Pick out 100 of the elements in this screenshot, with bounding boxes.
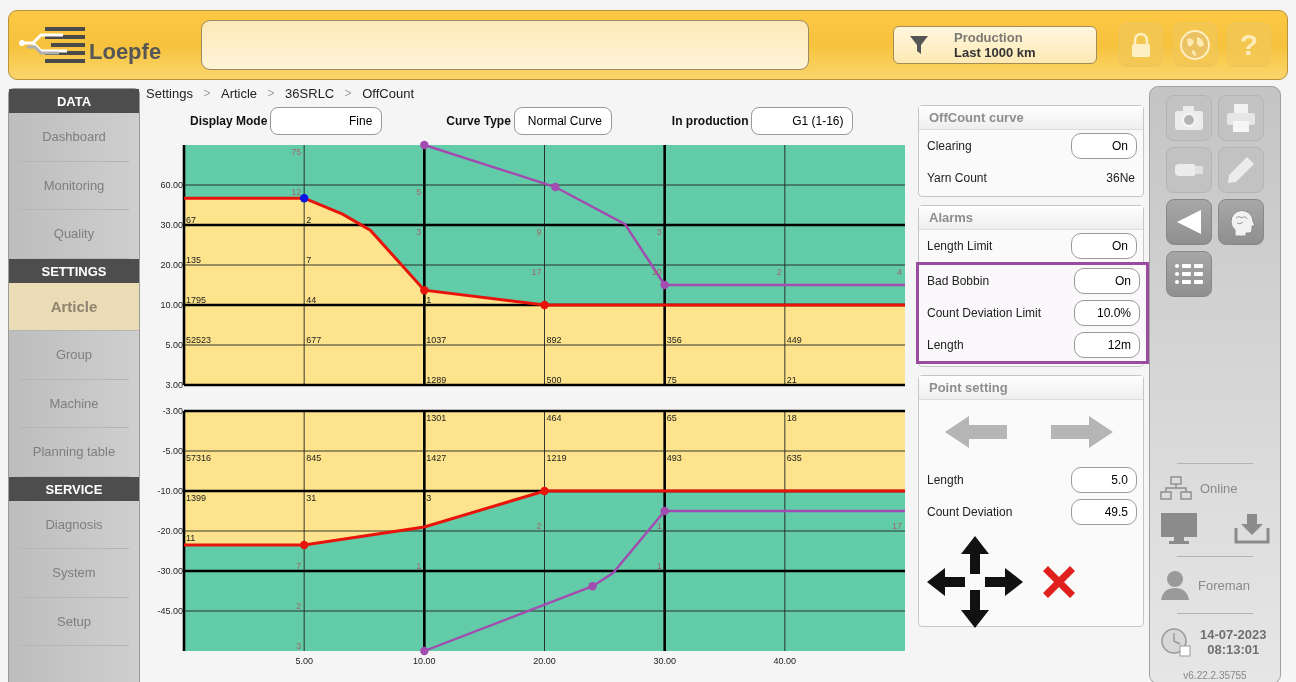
axis-label: -10.00 (157, 486, 183, 496)
breadcrumb-item[interactable]: OffCount (362, 85, 415, 101)
curve-point[interactable] (540, 486, 549, 496)
left-arrow-icon[interactable] (943, 414, 1009, 450)
list-icon (1174, 262, 1204, 286)
cell-count: 7 (296, 561, 302, 571)
list-button[interactable] (1166, 251, 1212, 297)
cell-count: 845 (306, 453, 322, 463)
field-label: Display Mode (190, 114, 268, 128)
chevron-icon (343, 88, 354, 98)
monitor-icon (1160, 512, 1198, 544)
cell-count: 67 (186, 215, 196, 225)
field-label: Length (927, 338, 964, 352)
cell-count: 1289 (426, 375, 447, 385)
cell-count: 1 (656, 561, 662, 571)
value-field[interactable]: 49.5 (1071, 499, 1137, 525)
date-text: 14-07-2023 (1200, 627, 1267, 642)
breadcrumb-item[interactable]: 36SRLC (285, 85, 335, 101)
camera-icon (1173, 104, 1205, 132)
chevron-icon (202, 88, 212, 98)
value-field[interactable]: On (1074, 268, 1140, 294)
cell-count: 1 (416, 561, 422, 571)
curve-point[interactable] (299, 194, 309, 203)
cell-count: 635 (786, 453, 802, 463)
axis-label: -20.00 (157, 526, 183, 536)
cell-count: 65 (666, 413, 677, 423)
axis-label: 3.00 (165, 380, 183, 389)
globe-icon (1179, 29, 1211, 61)
cell-count: 9 (536, 227, 542, 237)
panel-title: OffCount curve (919, 106, 1143, 130)
axis-label: 40.00 (773, 656, 797, 666)
axis-label: 10.00 (413, 656, 436, 666)
axis-label: -30.00 (157, 566, 183, 576)
axis-label: 5.00 (295, 656, 313, 666)
field-label: In production (671, 114, 749, 128)
cell-count: 1 (656, 521, 662, 531)
cell-count: 31 (306, 493, 317, 503)
curve-point[interactable] (420, 140, 429, 150)
cell-count: 4 (897, 267, 902, 277)
version-text: v6.22.2.35755 (1183, 670, 1247, 681)
axis-label: 20.00 (160, 260, 183, 270)
value-field[interactable]: 5.0 (1071, 467, 1137, 493)
axis-label: -5.00 (162, 446, 183, 456)
cell-count: 1399 (186, 493, 207, 503)
cell-count: 1037 (426, 335, 447, 345)
cell-count: 5 (416, 187, 422, 197)
network-icon (1160, 476, 1192, 500)
cell-count: 1301 (426, 413, 447, 423)
panel-title: Alarms (919, 206, 1143, 230)
connection-status: Online (1200, 480, 1238, 496)
value-field[interactable]: 10.0% (1074, 300, 1140, 326)
value-text: 36Ne (1106, 171, 1136, 185)
direction-arrows-icon[interactable] (925, 534, 1025, 630)
cell-count: 892 (546, 335, 562, 345)
value-field[interactable]: On (1071, 233, 1137, 259)
triangle-button[interactable] (1166, 199, 1212, 245)
cell-count: 356 (666, 335, 682, 345)
cell-count: 3 (416, 227, 422, 237)
panel-title: Point setting (919, 376, 1143, 400)
production-filter-button[interactable]: Production Last 1000 km (893, 26, 1097, 64)
cell-count: 2 (536, 521, 542, 531)
curve-point[interactable] (420, 286, 429, 295)
curve-point[interactable] (660, 506, 669, 516)
value-field[interactable]: 12m (1074, 332, 1140, 358)
axis-label: -3.00 (162, 406, 183, 416)
cell-count: 677 (306, 335, 322, 345)
section-header: SERVICE (9, 476, 139, 501)
cell-count: 1427 (426, 453, 447, 463)
field-label: Bad Bobbin (927, 274, 990, 288)
dropdown-field[interactable]: Fine (270, 107, 383, 135)
field-label: Clearing (927, 139, 972, 153)
axis-label: 30.00 (160, 220, 183, 230)
cell-count: 1 (426, 295, 432, 305)
curve-point[interactable] (660, 280, 669, 290)
value-field[interactable]: On (1071, 133, 1137, 159)
cell-count: 464 (546, 413, 562, 423)
pencil-icon (1227, 156, 1255, 184)
breadcrumb-item[interactable]: Settings (146, 85, 193, 101)
right-arrow-icon[interactable] (1049, 414, 1115, 450)
cell-count: 52523 (186, 335, 212, 345)
curve-point[interactable] (540, 300, 549, 310)
head-button[interactable] (1218, 199, 1264, 245)
cell-count: 449 (786, 335, 802, 345)
clock-icon (1160, 626, 1192, 658)
download-icon (1234, 512, 1270, 544)
cell-count: 3 (426, 493, 432, 503)
cell-count: 21 (786, 375, 797, 385)
dropdown-field[interactable]: G1 (1-16) (751, 107, 854, 135)
axis-label: 20.00 (533, 656, 556, 666)
dropdown-field[interactable]: Normal Curve (513, 107, 612, 135)
cell-count: 2 (306, 215, 312, 225)
curve-point[interactable] (420, 646, 429, 656)
cell-count: 2 (776, 267, 782, 277)
cell-count: 500 (546, 375, 562, 385)
field-label: Count Deviation (927, 505, 1013, 519)
field-label: Length Limit (927, 239, 993, 253)
chevron-icon (266, 88, 277, 98)
cell-count: 11 (186, 533, 196, 543)
cell-count: 3 (656, 227, 662, 237)
breadcrumb-item[interactable]: Article (221, 85, 258, 101)
